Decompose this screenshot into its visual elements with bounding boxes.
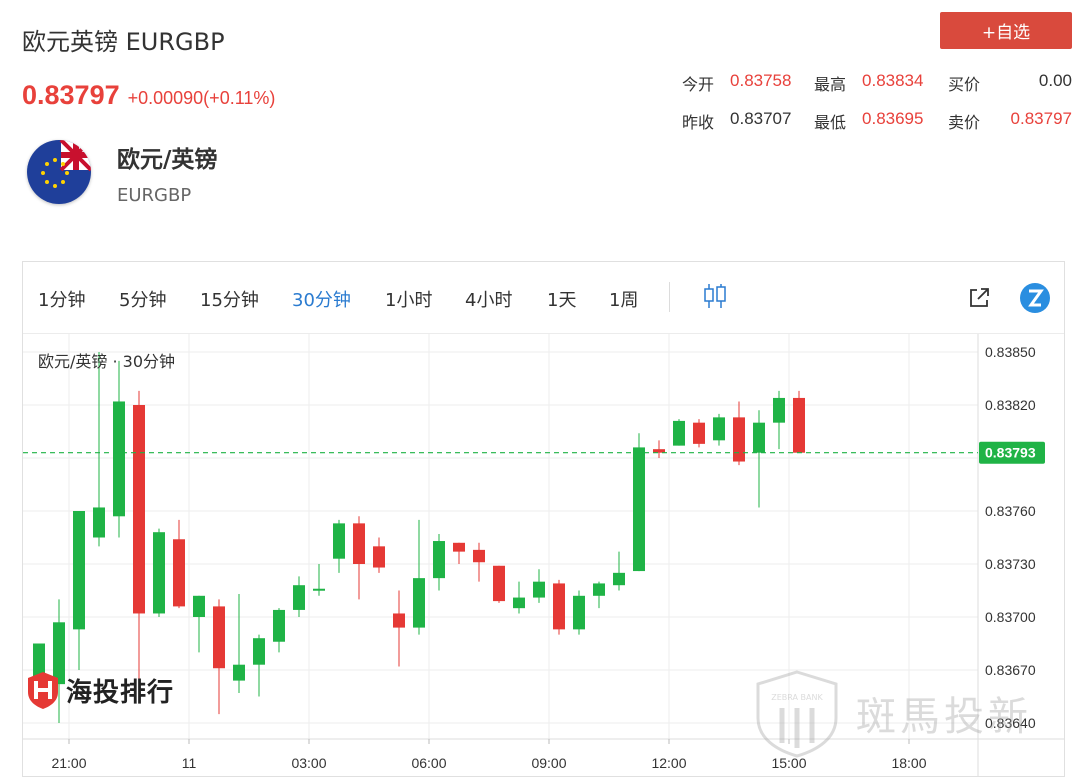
zebra-shield-icon: ZEBRA BANK (756, 670, 838, 758)
tab-30min[interactable]: 30分钟 (292, 286, 351, 312)
candle-down (373, 546, 385, 568)
candle-up (573, 595, 585, 630)
eu-uk-flag-icon (27, 140, 91, 204)
tab-4h[interactable]: 4小时 (465, 286, 512, 312)
candle-up (413, 578, 425, 628)
candle-down (733, 417, 745, 462)
candle-down (473, 549, 485, 563)
candle-down (693, 422, 705, 444)
candle-up (253, 638, 265, 665)
candle-up (613, 572, 625, 586)
candle-down (793, 397, 805, 453)
haitou-watermark: 海投排行 (26, 670, 174, 710)
candle-up (313, 588, 325, 591)
candle-up (293, 585, 305, 610)
shield-logo-icon (28, 672, 58, 709)
page-title: 欧元英镑 EURGBP (22, 28, 225, 56)
last-price-label: 0.83793 (985, 445, 1036, 461)
candle-down (393, 613, 405, 628)
quote-row-1: 今开 0.83758 最高 0.83834 买价 0.00 (682, 64, 1072, 102)
ask-label: 卖价 (948, 113, 981, 132)
candle-up (713, 417, 725, 441)
bid-label: 买价 (948, 75, 981, 94)
tab-1w[interactable]: 1周 (609, 286, 638, 312)
candle-up (153, 532, 165, 614)
candle-down (133, 405, 145, 614)
y-tick-label: 0.83700 (985, 609, 1036, 625)
candle-down (553, 583, 565, 630)
candle-down (493, 565, 505, 602)
candle-up (773, 397, 785, 423)
high-label: 最高 (814, 75, 847, 94)
current-price: 0.83797 (22, 80, 120, 110)
toolbar-divider (669, 282, 670, 312)
quote-panel: 今开 0.83758 最高 0.83834 买价 0.00 昨收 0.83707 最低 0… (682, 64, 1072, 140)
x-tick-label: 11 (182, 755, 197, 771)
candle-down (453, 542, 465, 552)
tab-1h[interactable]: 1小时 (385, 286, 432, 312)
add-watchlist-button[interactable]: +自选 (940, 12, 1072, 49)
tab-1min[interactable]: 1分钟 (38, 286, 85, 312)
price-row: 0.83797 +0.00090(+0.11%) (22, 80, 275, 111)
candle-down (213, 606, 225, 669)
x-tick-label: 09:00 (531, 755, 566, 771)
low-label: 最低 (814, 113, 847, 132)
y-tick-label: 0.83820 (985, 397, 1036, 413)
bid-value: 0.00 (1038, 71, 1072, 90)
haitou-watermark-text: 海投排行 (66, 677, 175, 708)
low-value: 0.83695 (862, 109, 924, 128)
candle-up (273, 609, 285, 642)
candle-up (593, 583, 605, 596)
candle-down (353, 523, 365, 564)
chart-series-label: 欧元/英镑 · 30分钟 (38, 352, 176, 371)
tab-1d[interactable]: 1天 (547, 286, 576, 312)
candle-up (513, 597, 525, 609)
candle-up (433, 541, 445, 579)
tab-15min[interactable]: 15分钟 (200, 286, 259, 312)
quote-row-2: 昨收 0.83707 最低 0.83695 卖价 0.83797 (682, 102, 1072, 140)
y-tick-label: 0.83850 (985, 344, 1036, 360)
candle-up (93, 507, 105, 538)
candle-down (173, 539, 185, 607)
candle-up (233, 664, 245, 681)
candlestick-icon[interactable] (703, 282, 727, 314)
candle-up (633, 447, 645, 572)
tab-5min[interactable]: 5分钟 (119, 286, 166, 312)
candle-up (73, 511, 85, 630)
prev-close-label: 昨收 (682, 113, 715, 132)
pair-name: 欧元/英镑 (117, 147, 218, 173)
y-tick-label: 0.83730 (985, 556, 1036, 572)
y-tick-label: 0.83760 (985, 503, 1036, 519)
x-tick-label: 06:00 (411, 755, 446, 771)
price-change: +0.00090(+0.11%) (127, 88, 276, 108)
candle-up (113, 401, 125, 517)
zebra-logo-icon[interactable] (1019, 282, 1051, 318)
pair-code: EURGBP (117, 185, 192, 206)
open-external-icon[interactable] (967, 286, 991, 314)
ask-value: 0.83797 (1010, 109, 1072, 128)
zebra-badge-text: ZEBRA BANK (771, 693, 823, 702)
x-tick-label: 03:00 (291, 755, 326, 771)
x-tick-label: 21:00 (51, 755, 86, 771)
candle-up (333, 523, 345, 559)
high-value: 0.83834 (862, 71, 924, 90)
candle-up (673, 420, 685, 446)
zebra-watermark: ZEBRA BANK 斑馬投新 (752, 668, 1032, 758)
open-value: 0.83758 (730, 71, 792, 90)
candle-up (753, 422, 765, 453)
x-tick-label: 12:00 (651, 755, 686, 771)
prev-close-value: 0.83707 (730, 109, 792, 128)
chart-toolbar: 1分钟 5分钟 15分钟 30分钟 1小时 4小时 1天 1周 (23, 262, 1064, 334)
candle-up (193, 595, 205, 617)
open-label: 今开 (682, 75, 715, 94)
zebra-watermark-text: 斑馬投新 (856, 694, 1032, 740)
candle-up (533, 581, 545, 598)
